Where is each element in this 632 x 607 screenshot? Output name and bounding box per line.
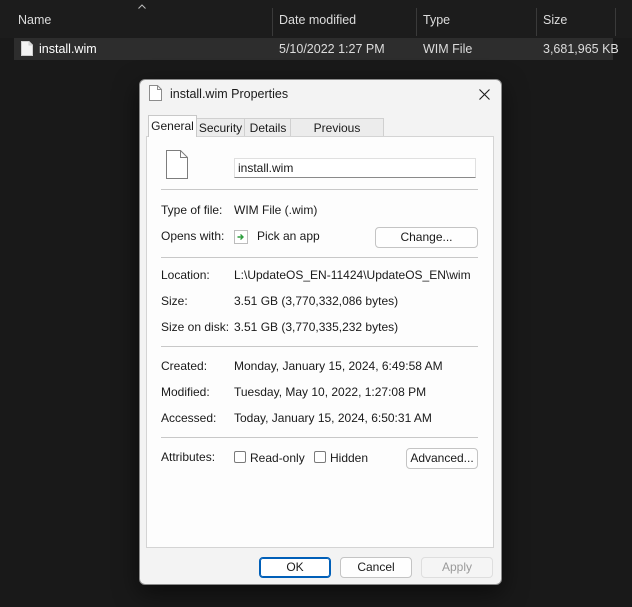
hidden-checkbox[interactable] — [314, 451, 326, 463]
advanced-button[interactable]: Advanced... — [406, 448, 478, 469]
file-size: 3,681,965 KB — [543, 42, 619, 56]
size-on-disk-label: Size on disk: — [161, 320, 230, 334]
close-button[interactable] — [473, 83, 495, 105]
apply-button[interactable]: Apply — [421, 557, 493, 578]
close-icon — [478, 88, 490, 100]
file-large-icon — [166, 150, 188, 179]
read-only-label[interactable]: Read-only — [250, 451, 305, 465]
file-icon — [149, 85, 162, 101]
file-icon — [21, 41, 33, 56]
attributes-label: Attributes: — [161, 450, 216, 464]
location-label: Location: — [161, 268, 210, 282]
location-value: L:\UpdateOS_EN-11424\UpdateOS_EN\wim — [234, 268, 471, 282]
column-header-bar: Name Date modified Type Size — [0, 0, 632, 38]
file-row-install-wim[interactable]: install.wim 5/10/2022 1:27 PM WIM File 3… — [14, 38, 619, 60]
tab-previous-versions[interactable]: Previous Versions — [290, 118, 384, 153]
type-of-file-value: WIM File (.wim) — [234, 203, 318, 217]
column-divider[interactable] — [615, 8, 616, 36]
divider — [161, 437, 478, 438]
column-name[interactable]: Name — [18, 0, 51, 38]
column-divider[interactable] — [272, 8, 273, 36]
general-tab-panel: Type of file: WIM File (.wim) Opens with… — [146, 136, 494, 548]
column-date-modified[interactable]: Date modified — [279, 0, 356, 38]
size-label: Size: — [161, 294, 188, 308]
pick-app-icon — [234, 230, 248, 244]
opens-with-label: Opens with: — [161, 229, 225, 243]
hidden-label[interactable]: Hidden — [330, 451, 368, 465]
size-on-disk-value: 3.51 GB (3,770,335,232 bytes) — [234, 320, 399, 334]
properties-dialog: install.wim Properties General Security … — [139, 79, 502, 585]
modified-value: Tuesday, May 10, 2022, 1:27:08 PM — [234, 385, 427, 399]
ok-button[interactable]: OK — [259, 557, 331, 578]
dialog-title: install.wim Properties — [170, 87, 289, 101]
change-button[interactable]: Change... — [375, 227, 478, 248]
size-value: 3.51 GB (3,770,332,086 bytes) — [234, 294, 399, 308]
divider — [161, 346, 478, 347]
sort-ascending-icon — [138, 4, 146, 9]
column-divider[interactable] — [416, 8, 417, 36]
read-only-checkbox[interactable] — [234, 451, 246, 463]
divider — [161, 257, 478, 258]
file-name: install.wim — [39, 42, 97, 56]
file-name-field[interactable] — [234, 158, 476, 178]
tab-general[interactable]: General — [148, 115, 197, 137]
created-value: Monday, January 15, 2024, 6:49:58 AM — [234, 359, 443, 373]
divider — [161, 189, 478, 190]
tab-details[interactable]: Details — [244, 118, 292, 137]
modified-label: Modified: — [161, 385, 210, 399]
opens-with-value: Pick an app — [257, 229, 320, 243]
file-type: WIM File — [423, 42, 473, 56]
column-type[interactable]: Type — [423, 0, 450, 38]
accessed-label: Accessed: — [161, 411, 217, 425]
created-label: Created: — [161, 359, 208, 373]
dialog-title-bar[interactable]: install.wim Properties — [140, 80, 501, 110]
accessed-value: Today, January 15, 2024, 6:50:31 AM — [234, 411, 432, 425]
file-date-modified: 5/10/2022 1:27 PM — [279, 42, 385, 56]
column-size[interactable]: Size — [543, 0, 567, 38]
type-of-file-label: Type of file: — [161, 203, 223, 217]
tab-security[interactable]: Security — [195, 118, 246, 137]
cancel-button[interactable]: Cancel — [340, 557, 412, 578]
column-divider[interactable] — [536, 8, 537, 36]
